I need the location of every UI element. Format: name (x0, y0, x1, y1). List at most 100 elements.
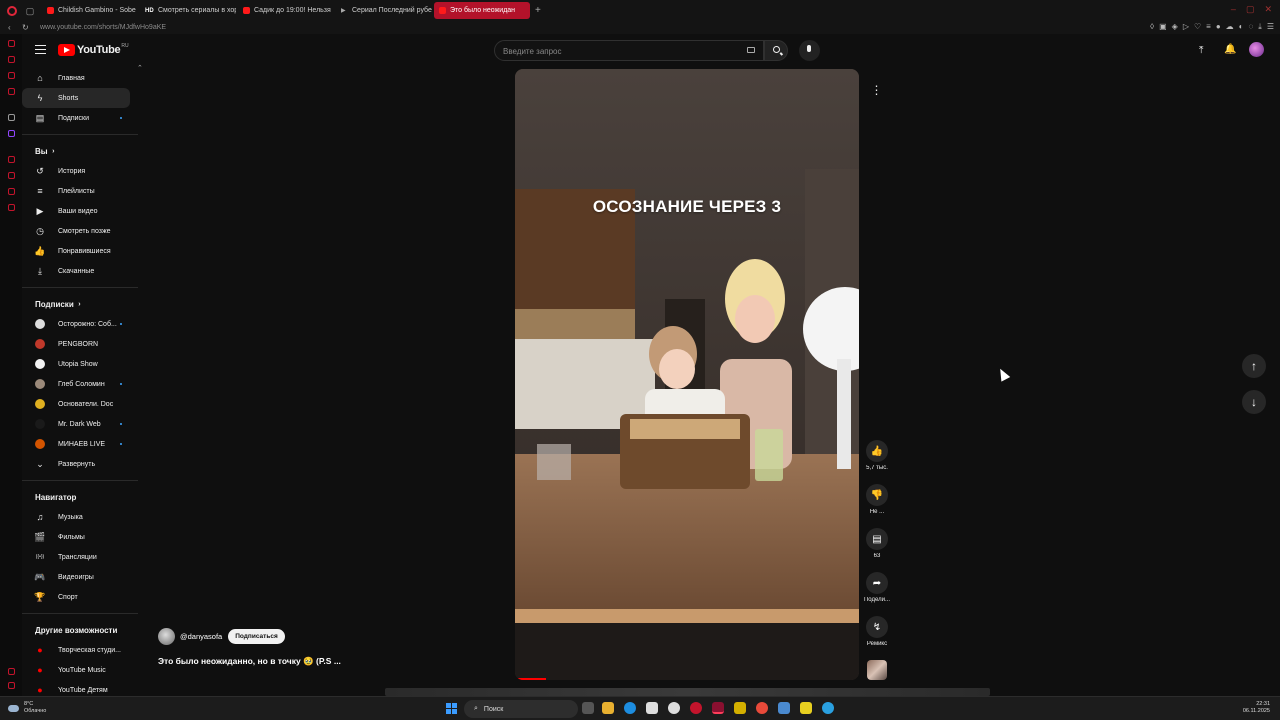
sidebar-item[interactable]: ⤓ Скачанные (22, 261, 130, 281)
sidebar-item[interactable]: Utopia Show (22, 354, 130, 374)
sidebar-item[interactable]: Осторожно: Соб... (22, 314, 130, 334)
channel-avatar[interactable] (158, 628, 175, 645)
youtube-logo[interactable]: YouTube RU (58, 43, 129, 56)
sidebar-item[interactable]: ♫ Музыка (22, 507, 130, 527)
channel-name[interactable]: @danyasofa (180, 632, 222, 641)
browser-logo-icon[interactable] (7, 5, 17, 16)
sidebar-app-icon[interactable] (8, 72, 15, 79)
sidebar-item[interactable]: 🎬 Фильмы (22, 527, 130, 547)
sidebar-item[interactable]: ● YouTube Music (22, 660, 130, 680)
shield-icon[interactable]: ◈ (1172, 22, 1178, 32)
system-clock[interactable]: 22:31 06.11.2025 (1243, 701, 1270, 715)
upload-icon[interactable]: ⤒ (1199, 45, 1203, 56)
tab-overview-icon[interactable]: ▢ (25, 6, 35, 16)
extension-dot-icon[interactable]: ● (1216, 22, 1221, 32)
telegram-icon[interactable] (822, 702, 834, 714)
sidebar-app-icon[interactable] (8, 56, 15, 63)
file-explorer-icon[interactable] (602, 702, 614, 714)
sidebar-item[interactable]: ↺ История (22, 161, 130, 181)
horizontal-scrollbar[interactable] (385, 688, 990, 696)
download-icon[interactable]: ⤓ (1258, 22, 1262, 32)
browser-menu-icon[interactable]: ☰ (1267, 22, 1274, 32)
sidebar-app-icon[interactable] (8, 156, 15, 163)
maximize-icon[interactable]: ▢ (1246, 4, 1255, 15)
store-icon[interactable] (646, 702, 658, 714)
sidebar-app-icon[interactable] (8, 188, 15, 195)
sidebar-more-icon[interactable] (8, 682, 15, 689)
sidebar-app-icon[interactable] (8, 130, 15, 137)
minimize-icon[interactable]: – (1231, 4, 1236, 15)
start-button[interactable] (446, 703, 457, 714)
sidebar-item[interactable]: ▶ Ваши видео (22, 201, 130, 221)
search-input[interactable] (495, 42, 715, 61)
browser-app-icon[interactable] (690, 702, 702, 714)
weather-widget[interactable]: 8°C Облачно (8, 701, 46, 715)
sidebar-item[interactable]: ● YouTube Детям (22, 680, 130, 696)
back-icon[interactable]: ‹ (8, 23, 20, 32)
keyboard-icon[interactable] (747, 47, 755, 53)
search-button[interactable] (764, 40, 788, 61)
sidebar-item[interactable]: ▤ Подписки (22, 108, 130, 128)
like-button[interactable]: 👍 5,7 тыс. (858, 440, 896, 471)
menu-icon[interactable] (35, 45, 46, 54)
browser-tab[interactable]: Садик до 19:00! Нельзя (238, 2, 334, 19)
subscribe-button[interactable]: Подписаться (228, 629, 285, 644)
sidebar-item[interactable]: ◷ Смотреть позже (22, 221, 130, 241)
browser-tab[interactable]: Это было неожидан (434, 2, 530, 19)
play-ext-icon[interactable]: ▷ (1183, 22, 1189, 32)
sidebar-app-icon[interactable] (8, 204, 15, 211)
sidebar-item[interactable]: ((•)) Трансляции (22, 547, 130, 567)
yandex-icon[interactable] (668, 702, 680, 714)
image-viewer-icon[interactable] (778, 702, 790, 714)
audio-source-thumbnail[interactable] (867, 660, 887, 680)
avatar[interactable] (1249, 42, 1264, 57)
sidebar-item[interactable]: ϟ Shorts (22, 88, 130, 108)
share-button[interactable]: ➦ Подели... (858, 572, 896, 603)
chrome-icon[interactable] (756, 702, 768, 714)
screenshot-icon[interactable]: ▣ (1159, 22, 1167, 32)
sidebar-item[interactable]: PENGBORN (22, 334, 130, 354)
url-field[interactable]: www.youtube.com/shorts/MJdfwHo9aKE (40, 24, 166, 31)
browser-tab[interactable]: Childish Gambino - Sobe (42, 2, 138, 19)
opera-icon[interactable] (712, 702, 724, 714)
menu-ext-icon[interactable]: ≡ (1206, 22, 1211, 32)
sidebar-app-icon[interactable] (8, 114, 15, 121)
sidebar-item[interactable]: Основатели. Doc (22, 394, 130, 414)
new-tab-button[interactable]: + (535, 5, 541, 16)
you-section-heading[interactable]: Вы › (22, 141, 140, 161)
browser-tab[interactable]: HD Смотреть сериалы в хор (140, 2, 236, 19)
sidebar-app-icon[interactable] (8, 40, 15, 47)
sidebar-item[interactable]: 👍 Понравившиеся (22, 241, 130, 261)
heart-icon[interactable]: ♡ (1194, 22, 1201, 32)
sidebar-item[interactable]: МИНАЕВ LIVE (22, 434, 130, 454)
extension-cloud-icon[interactable]: ☁ (1226, 22, 1234, 32)
sidebar-item[interactable]: ≡ Плейлисты (22, 181, 130, 201)
browser-tab[interactable]: ▶ Сериал Последний рубе (336, 2, 432, 19)
sidebar-item[interactable]: 🏆 Спорт (22, 587, 130, 607)
task-view-icon[interactable] (582, 702, 594, 714)
remix-button[interactable]: ↯ Ремикс (858, 616, 896, 647)
subscriptions-heading[interactable]: Подписки › (22, 294, 140, 314)
more-options-icon[interactable]: ⋮ (866, 79, 887, 100)
sidebar-app-icon[interactable] (8, 88, 15, 95)
next-short-button[interactable]: ↓ (1242, 390, 1266, 414)
sidebar-item[interactable]: Глеб Соломин (22, 374, 130, 394)
sidebar-item[interactable]: ⌂ Главная (22, 68, 130, 88)
extension-circle-icon[interactable]: ◐ (1239, 22, 1244, 32)
previous-short-button[interactable]: ↑ (1242, 354, 1266, 378)
comments-button[interactable]: ▤ 63 (858, 528, 896, 559)
notes-icon[interactable] (800, 702, 812, 714)
sidebar-item[interactable]: ● Творческая студи... (22, 640, 130, 660)
video-progress-bar[interactable] (515, 678, 546, 680)
edge-icon[interactable] (624, 702, 636, 714)
notifications-icon[interactable]: 🔔 (1224, 44, 1236, 55)
sidebar-app-icon[interactable] (8, 172, 15, 179)
app-bars-icon[interactable] (734, 702, 746, 714)
sidebar-item[interactable]: Mr. Dark Web (22, 414, 130, 434)
expand-subscriptions-button[interactable]: ⌄ Развернуть (22, 454, 130, 474)
sidebar-settings-icon[interactable] (8, 668, 15, 675)
sidebar-item[interactable]: 🎮 Видеоигры (22, 567, 130, 587)
short-video-player[interactable]: ОСОЗНАНИЕ ЧЕРЕЗ 3 (515, 69, 859, 680)
dislike-button[interactable]: 👎 Не ... (858, 484, 896, 515)
voice-search-button[interactable] (799, 40, 820, 61)
